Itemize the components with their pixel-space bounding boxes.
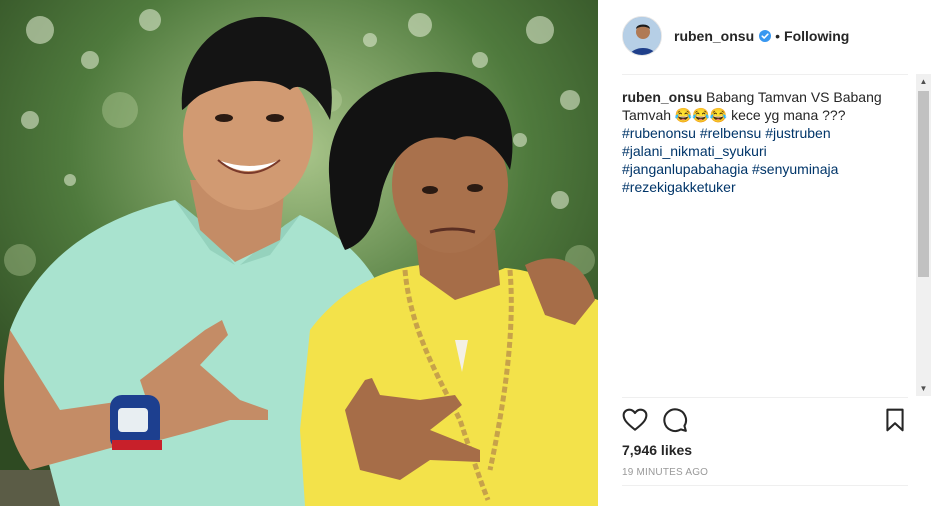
likes-count[interactable]: 7,946 likes xyxy=(622,442,692,458)
scroll-up-arrow-icon[interactable]: ▲ xyxy=(916,74,931,89)
avatar-image xyxy=(623,17,661,55)
post-timestamp[interactable]: 19 MINUTES AGO xyxy=(622,467,708,478)
like-button[interactable] xyxy=(622,407,648,433)
verified-badge-icon xyxy=(759,30,772,42)
scroll-down-arrow-icon[interactable]: ▼ xyxy=(916,381,931,396)
post-photo-illustration xyxy=(0,0,598,506)
bookmark-icon xyxy=(886,408,904,432)
header-divider xyxy=(622,74,908,75)
avatar[interactable] xyxy=(622,16,662,56)
post-photo[interactable] xyxy=(0,0,598,506)
caption-area: ruben_onsu Babang Tamvan VS Babang Tamva… xyxy=(622,88,907,393)
caption: ruben_onsu Babang Tamvan VS Babang Tamva… xyxy=(622,88,907,196)
hashtag-line[interactable]: #rezekigakketuker xyxy=(622,178,907,196)
hashtag-line[interactable]: #jalani_nikmati_syukuri xyxy=(622,142,907,160)
post-details-panel: ruben_onsu • Following ruben_onsu Babang… xyxy=(598,0,931,506)
heart-icon xyxy=(622,408,648,431)
actions-divider xyxy=(622,397,908,398)
post-actions xyxy=(622,407,908,433)
hashtag-line[interactable]: #rubenonsu #relbensu #justruben xyxy=(622,124,907,142)
comment-button[interactable] xyxy=(662,407,688,433)
hashtag-line[interactable]: #janganlupabahagia #senyuminaja xyxy=(622,160,907,178)
comments-scrollbar[interactable]: ▲ ▼ xyxy=(916,74,931,396)
caption-username[interactable]: ruben_onsu xyxy=(622,89,702,105)
save-button[interactable] xyxy=(882,407,908,433)
following-button[interactable]: Following xyxy=(784,28,849,44)
comment-bubble-icon xyxy=(663,408,688,433)
post-author-username[interactable]: ruben_onsu xyxy=(674,28,754,44)
header-separator: • xyxy=(775,28,781,44)
bottom-divider xyxy=(622,485,908,486)
post-header: ruben_onsu • Following xyxy=(622,16,908,56)
scrollbar-thumb[interactable] xyxy=(918,91,929,277)
